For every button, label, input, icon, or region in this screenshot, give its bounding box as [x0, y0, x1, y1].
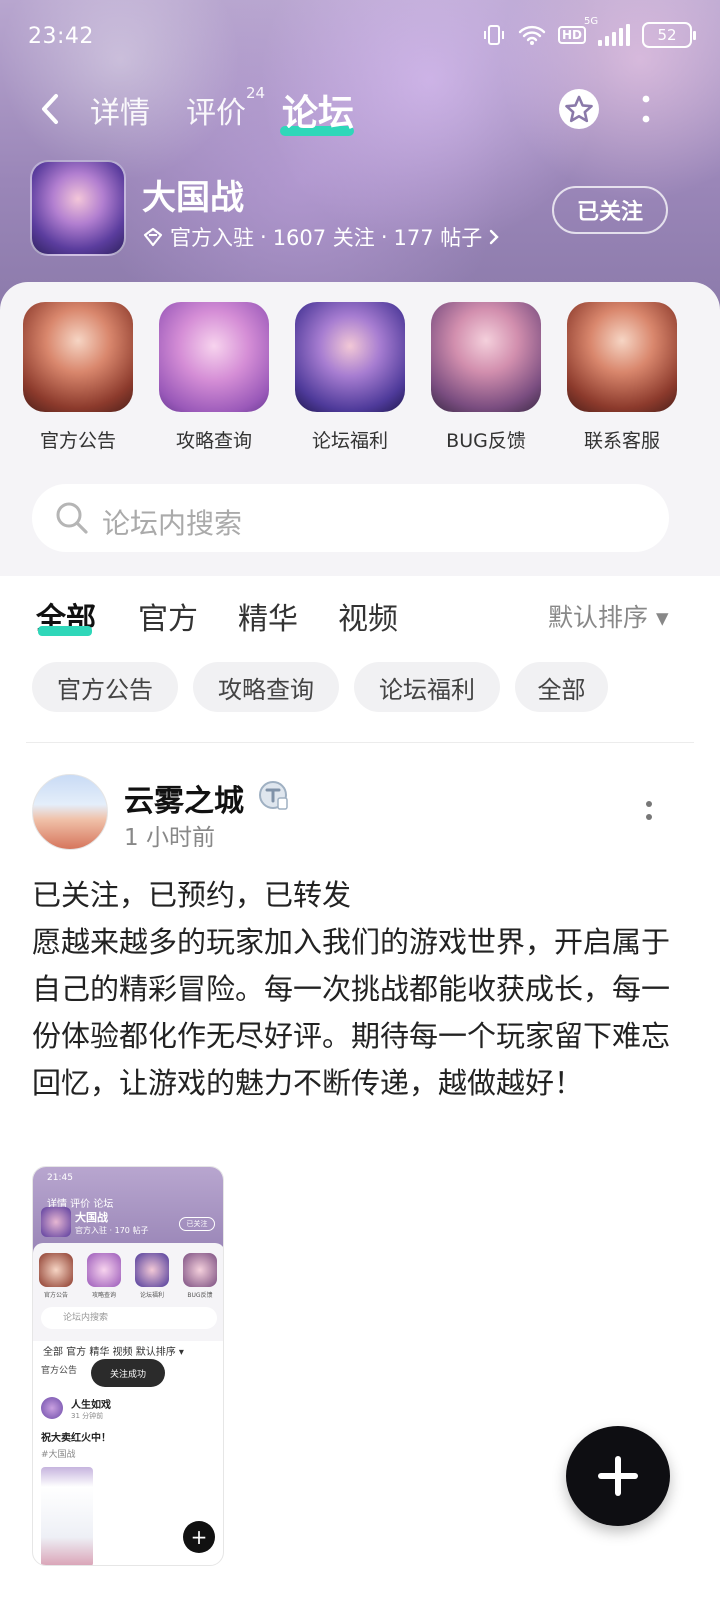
attachment-panel: 官方公告 攻略查询 论坛福利 BUG反馈 论坛内搜索 — [33, 1243, 223, 1341]
tab-detail[interactable]: 详情 — [90, 88, 150, 132]
attachment-body: 祝大卖红火中！ — [41, 1433, 111, 1444]
dot-separator: · — [260, 225, 267, 249]
hd-icon: HD — [557, 26, 586, 44]
top-nav: 详情 评价24 论坛 — [0, 80, 720, 140]
filter-tab-indicator — [38, 626, 92, 636]
tab-review-label: 评价 — [186, 96, 246, 131]
attachment-user-name: 人生如戏 — [71, 1400, 111, 1411]
sort-dropdown[interactable]: 默认排序 ▾ — [548, 598, 669, 634]
shortcut-welfare[interactable]: 论坛福利 — [290, 302, 410, 453]
attachment-meta: 官方入驻 · 170 帖子 — [75, 1226, 149, 1235]
post-image-attachment[interactable]: 21:45 详情 评价 论坛 大国战 官方入驻 · 170 帖子 已关注 官方公… — [32, 1166, 224, 1566]
attachment-label: 攻略查询 — [91, 1292, 116, 1299]
shortcut-label: 攻略查询 — [175, 430, 252, 452]
review-count-badge: 24 — [246, 84, 266, 102]
shortcut-thumb — [295, 302, 405, 412]
create-post-button[interactable] — [562, 1422, 674, 1530]
user-level-badge-icon — [259, 781, 288, 810]
attachment-tag: #大国战 — [41, 1450, 76, 1460]
filter-tab-official[interactable]: 官方 — [138, 594, 198, 638]
attachment-thumb — [183, 1253, 217, 1287]
attachment-time: 21:45 — [47, 1173, 73, 1183]
status-icons: HD 5G 52 — [482, 16, 696, 48]
author-name[interactable]: 云雾之城 — [124, 776, 244, 820]
attachment-follow: 已关注 — [179, 1217, 215, 1231]
search-placeholder: 论坛内搜索 — [102, 507, 243, 540]
attachment-label: BUG反馈 — [187, 1292, 213, 1299]
shortcut-official-notice[interactable]: 官方公告 — [18, 302, 138, 453]
verified-diamond-icon — [143, 227, 163, 247]
tab-review[interactable]: 评价24 — [186, 84, 265, 132]
shortcut-thumb — [431, 302, 541, 412]
shortcut-thumb — [23, 302, 133, 412]
signal-icon: 5G — [584, 16, 630, 46]
back-arrow-icon[interactable] — [36, 92, 66, 126]
shortcut-label: BUG反馈 — [446, 430, 526, 452]
battery-icon: 52 — [642, 22, 696, 48]
dot-separator: · — [380, 225, 388, 249]
attachment-search: 论坛内搜索 — [41, 1307, 217, 1329]
attachment-chip: 官方公告 — [41, 1366, 78, 1376]
filter-tab-featured[interactable]: 精华 — [238, 594, 298, 638]
status-bar: 23:42 HD 5G 52 — [0, 16, 720, 58]
attachment-plus-icon: + — [183, 1521, 215, 1553]
plus-icon — [598, 1473, 638, 1479]
tab-forum[interactable]: 论坛 — [282, 84, 354, 136]
follow-button[interactable]: 已关注 — [552, 186, 668, 234]
shortcut-thumb — [567, 302, 677, 412]
forum-search-box[interactable]: 论坛内搜索 — [32, 484, 669, 552]
attachment-label: 官方公告 — [43, 1292, 68, 1299]
shortcut-label: 官方公告 — [39, 430, 116, 452]
attachment-game-logo — [41, 1207, 71, 1237]
chip-strategy[interactable]: 攻略查询 — [193, 662, 339, 712]
status-time: 23:42 — [28, 24, 94, 49]
favorite-star-icon[interactable] — [556, 86, 602, 132]
post-content[interactable]: 已关注，已预约，已转发 愿越来越多的玩家加入我们的游戏世界，开启属于自己的精彩冒… — [32, 872, 672, 1107]
followers-count: 1607 关注 — [272, 226, 375, 250]
post-time: 1 小时前 — [124, 825, 215, 851]
chip-all[interactable]: 全部 — [515, 662, 608, 712]
shortcut-thumb — [159, 302, 269, 412]
author-avatar[interactable] — [32, 774, 108, 850]
attachment-avatar — [41, 1397, 63, 1419]
vibrate-icon — [483, 25, 504, 45]
shortcut-bug-report[interactable]: BUG反馈 — [426, 302, 546, 453]
search-icon — [56, 502, 88, 534]
attachment-filter: 全部 官方 精华 视频 默认排序 ▾ — [43, 1347, 184, 1358]
attachment-thumb — [87, 1253, 121, 1287]
official-label: 官方入驻 — [170, 226, 254, 250]
chip-official-notice[interactable]: 官方公告 — [32, 662, 178, 712]
attachment-title: 大国战 — [75, 1211, 108, 1224]
filter-tab-video[interactable]: 视频 — [338, 594, 398, 638]
post-more-icon[interactable] — [642, 800, 656, 822]
attachment-thumb — [135, 1253, 169, 1287]
wifi-icon — [518, 25, 546, 45]
forum-header: 23:42 HD 5G 52 详情 评价24 论坛 大国战 官方入驻 · 160… — [0, 0, 720, 330]
shortcut-label: 论坛福利 — [311, 430, 388, 452]
shortcut-strategy[interactable]: 攻略查询 — [154, 302, 274, 453]
game-logo[interactable] — [30, 160, 126, 256]
game-title: 大国战 — [142, 178, 244, 218]
chevron-right-icon — [490, 229, 499, 245]
attachment-user-time: 31 分钟前 — [71, 1412, 104, 1420]
more-options-icon[interactable] — [636, 92, 656, 126]
chip-welfare[interactable]: 论坛福利 — [354, 662, 500, 712]
attachment-label: 论坛福利 — [139, 1292, 164, 1299]
shortcut-label: 联系客服 — [583, 430, 660, 452]
game-info: 大国战 官方入驻 · 1607 关注 · 177 帖子 已关注 — [0, 160, 720, 260]
divider — [26, 742, 694, 743]
attachment-inner-image — [41, 1467, 93, 1565]
attachment-toast: 关注成功 — [91, 1359, 165, 1387]
category-chips: 官方公告 攻略查询 论坛福利 全部 — [0, 662, 720, 714]
shortcut-customer-service[interactable]: 联系客服 — [562, 302, 682, 453]
shortcut-panel: 官方公告 攻略查询 论坛福利 BUG反馈 联系客服 论坛内搜索 — [0, 282, 720, 576]
post-filter-tabs: 全部 官方 精华 视频 默认排序 ▾ — [0, 588, 720, 648]
attachment-thumb — [39, 1253, 73, 1287]
posts-count: 177 帖子 — [393, 226, 483, 250]
game-meta[interactable]: 官方入驻 · 1607 关注 · 177 帖子 — [142, 222, 500, 252]
